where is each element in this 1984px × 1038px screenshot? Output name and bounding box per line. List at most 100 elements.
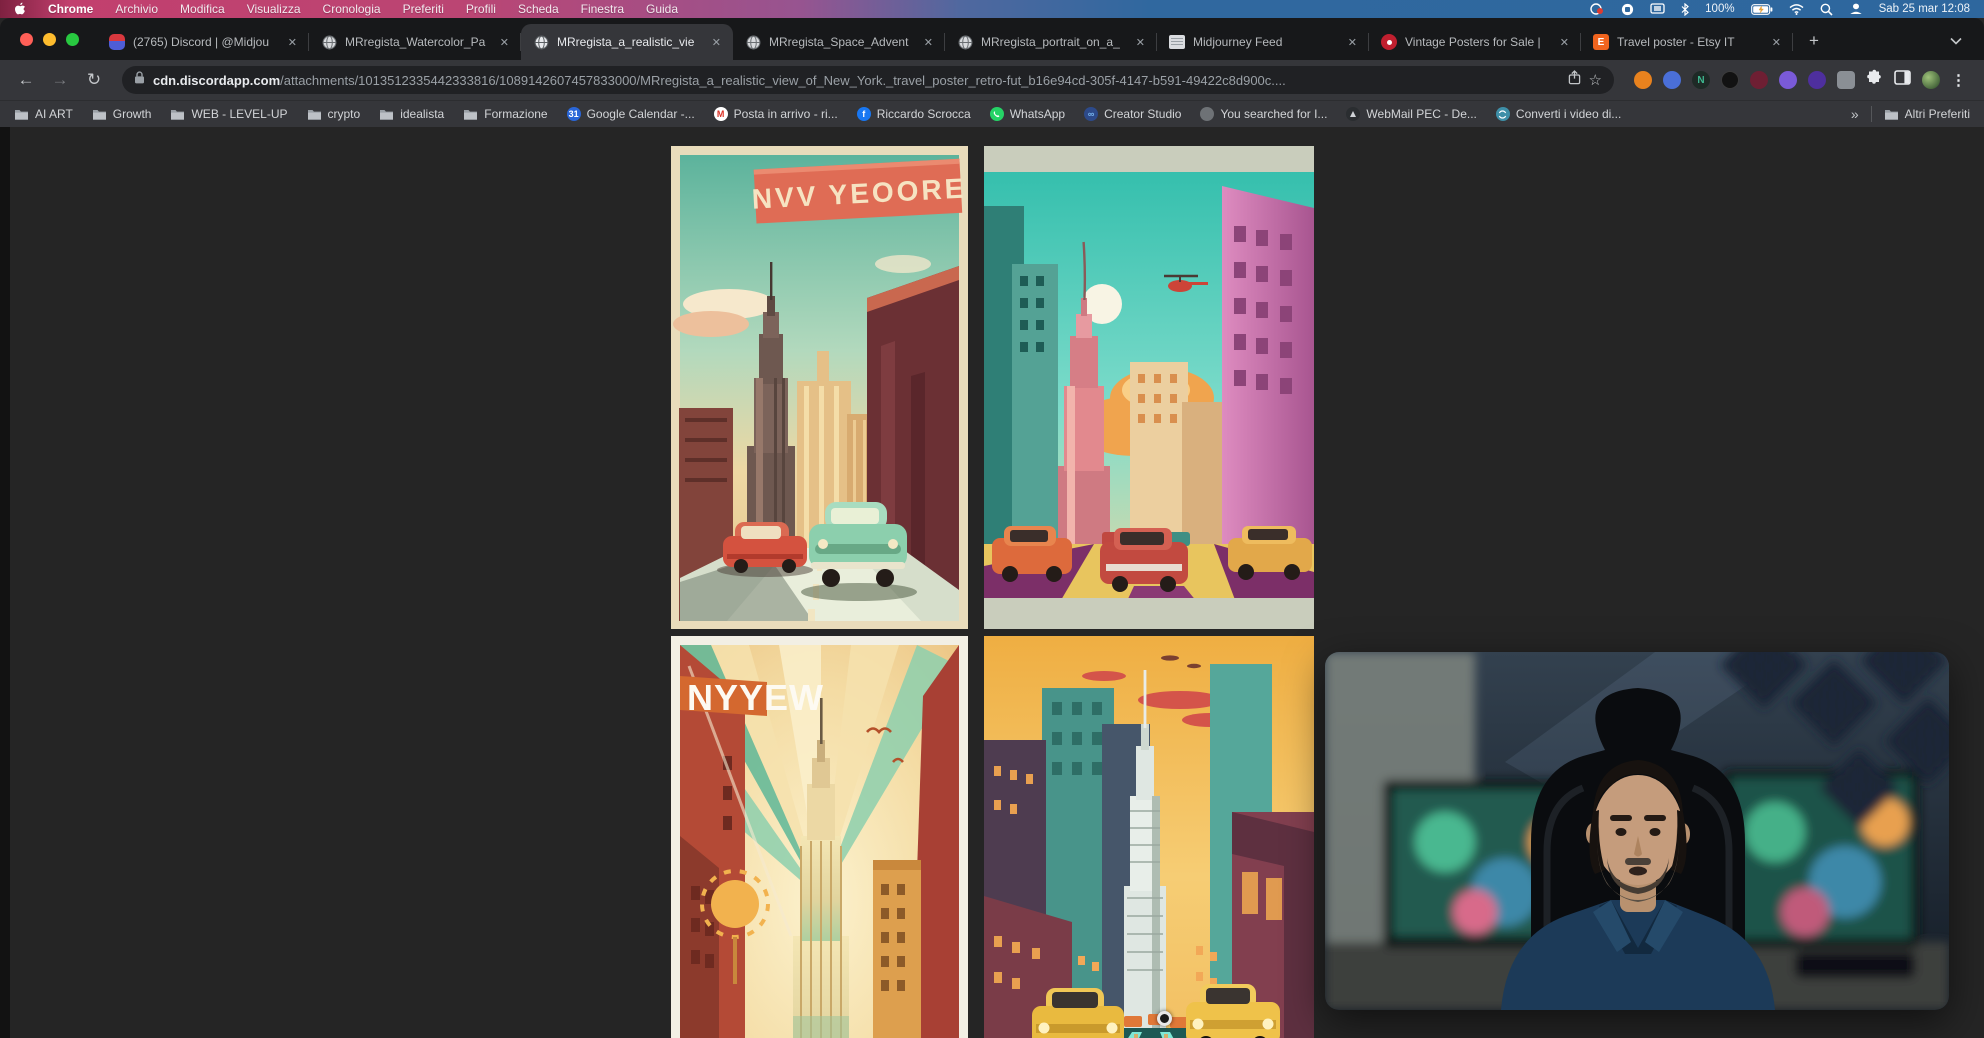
tab-etsy[interactable]: E Travel poster - Etsy IT ✕ [1581, 24, 1793, 60]
tab-realistic-view-active[interactable]: MRregista_a_realistic_vie ✕ [521, 24, 733, 60]
bookmark-google-calendar[interactable]: 31 Google Calendar -... [567, 107, 695, 121]
bookmark-label: Converti i video di... [1516, 107, 1621, 121]
battery-icon [1751, 4, 1773, 15]
folder-icon [379, 108, 394, 121]
bookmark-star-icon[interactable]: ☆ [1589, 71, 1602, 89]
bookmark-facebook-profile[interactable]: f Riccardo Scrocca [857, 107, 971, 121]
url-text: cdn.discordapp.com/attachments/101351233… [153, 73, 1560, 88]
bookmark-webmail-pec[interactable]: WebMail PEC - De... [1346, 107, 1476, 121]
globe-favicon [745, 34, 761, 50]
back-button[interactable]: ← [12, 66, 40, 94]
bookmarks-overflow-chevron[interactable]: » [1851, 106, 1859, 122]
grid-extension-icon[interactable] [1837, 71, 1855, 89]
poster-title-text: NYYEW [687, 677, 824, 718]
forward-button[interactable]: → [46, 66, 74, 94]
tab-vintage-posters[interactable]: Vintage Posters for Sale | ✕ [1369, 24, 1581, 60]
url-path: /attachments/1013512335442333816/1089142… [280, 73, 1286, 88]
bookmark-gmail-inbox[interactable]: M Posta in arrivo - ri... [714, 107, 838, 121]
tab-space-adventure[interactable]: MRregista_Space_Advent ✕ [733, 24, 945, 60]
tab-close-icon[interactable]: ✕ [922, 34, 935, 51]
bookmark-folder-idealista[interactable]: idealista [379, 107, 444, 121]
bluetooth-icon[interactable] [1681, 3, 1689, 16]
menu-item-archivio[interactable]: Archivio [115, 2, 158, 16]
address-bar[interactable]: cdn.discordapp.com/attachments/101351233… [122, 66, 1614, 94]
tab-close-icon[interactable]: ✕ [286, 34, 299, 51]
profile-avatar[interactable] [1922, 71, 1940, 89]
tab-close-icon[interactable]: ✕ [710, 34, 723, 51]
poster-title-block: NYYEW [680, 676, 824, 718]
user-switch-icon[interactable] [1849, 3, 1863, 15]
tab-watercolor[interactable]: MRregista_Watercolor_Pa ✕ [309, 24, 521, 60]
bookmark-whatsapp[interactable]: WhatsApp [990, 107, 1065, 121]
screen-record-icon[interactable] [1589, 3, 1605, 15]
menu-item-visualizza[interactable]: Visualizza [247, 2, 301, 16]
bookmark-label: crypto [328, 107, 361, 121]
extensions-puzzle-icon[interactable] [1866, 69, 1883, 91]
new-tab-button[interactable]: + [1799, 26, 1829, 56]
other-bookmarks-folder[interactable]: Altri Preferiti [1884, 107, 1970, 121]
battery-percentage: 100% [1705, 3, 1734, 15]
generic-page-icon [1200, 107, 1214, 121]
share-icon[interactable] [1568, 70, 1581, 90]
tab-close-icon[interactable]: ✕ [1346, 34, 1359, 51]
tab-close-icon[interactable]: ✕ [498, 34, 511, 51]
purple-extension-icon[interactable] [1779, 71, 1797, 89]
bookmark-label: Riccardo Scrocca [877, 107, 971, 121]
menu-item-scheda[interactable]: Scheda [518, 2, 559, 16]
side-panel-icon[interactable] [1894, 70, 1911, 90]
bookmark-folder-ai-art[interactable]: AI ART [14, 107, 73, 121]
tab-label: Travel poster - Etsy IT [1617, 35, 1762, 49]
bookmark-folder-formazione[interactable]: Formazione [463, 107, 547, 121]
bookmark-video-converter[interactable]: Converti i video di... [1496, 107, 1621, 121]
bookmark-creator-studio[interactable]: ∞ Creator Studio [1084, 107, 1181, 121]
bookmark-search-result[interactable]: You searched for I... [1200, 107, 1327, 121]
bookmark-folder-web-level-up[interactable]: WEB - LEVEL-UP [170, 107, 287, 121]
menu-item-guida[interactable]: Guida [646, 2, 678, 16]
chrome-menu-icon[interactable]: ⋮ [1951, 71, 1966, 89]
spotlight-search-icon[interactable] [1820, 3, 1833, 16]
menu-item-preferiti[interactable]: Preferiti [403, 2, 444, 16]
reload-button[interactable]: ↻ [80, 66, 108, 94]
bookmark-label: Growth [113, 107, 152, 121]
close-window-button[interactable] [20, 33, 33, 46]
bookmark-folder-crypto[interactable]: crypto [307, 107, 361, 121]
tab-label: MRregista_a_realistic_vie [557, 35, 702, 49]
poster-new-york-teal-sunset [984, 146, 1314, 629]
tab-portrait[interactable]: MRregista_portrait_on_a_ ✕ [945, 24, 1157, 60]
tab-close-icon[interactable]: ✕ [1558, 34, 1571, 51]
feather-extension-icon[interactable] [1663, 71, 1681, 89]
menu-item-modifica[interactable]: Modifica [180, 2, 225, 16]
webcam-overlay [1325, 652, 1949, 1010]
h-extension-icon[interactable] [1721, 71, 1739, 89]
bookmark-label: Altri Preferiti [1905, 107, 1970, 121]
bookmark-label: Formazione [484, 107, 547, 121]
tab-close-icon[interactable]: ✕ [1134, 34, 1147, 51]
globe-favicon [321, 34, 337, 50]
menu-bar-clock[interactable]: Sab 25 mar 12:08 [1879, 3, 1970, 15]
notion-ai-extension-icon[interactable]: N [1692, 71, 1710, 89]
gmail-icon: M [714, 107, 728, 121]
onepassword-extension-icon[interactable] [1750, 71, 1768, 89]
bookmark-folder-growth[interactable]: Growth [92, 107, 152, 121]
macos-menu-bar: Chrome Archivio Modifica Visualizza Cron… [0, 0, 1984, 18]
s-extension-icon[interactable] [1808, 71, 1826, 89]
metamask-extension-icon[interactable] [1634, 71, 1652, 89]
tab-midjourney-feed[interactable]: Midjourney Feed ✕ [1157, 24, 1369, 60]
wifi-icon[interactable] [1789, 4, 1804, 15]
bookmark-label: idealista [400, 107, 444, 121]
menu-item-cronologia[interactable]: Cronologia [323, 2, 381, 16]
maximize-window-button[interactable] [66, 33, 79, 46]
menu-item-chrome[interactable]: Chrome [48, 2, 93, 16]
stop-record-icon[interactable] [1621, 3, 1634, 16]
bookmarks-bar: AI ART Growth WEB - LEVEL-UP crypto idea… [0, 100, 1984, 127]
menu-item-profili[interactable]: Profili [466, 2, 496, 16]
minimize-window-button[interactable] [43, 33, 56, 46]
apple-icon[interactable] [14, 2, 26, 16]
menu-item-finestra[interactable]: Finestra [581, 2, 624, 16]
window-controls [0, 33, 97, 60]
tab-discord[interactable]: (2765) Discord | @Midjou ✕ [97, 24, 309, 60]
poster-new-york-sunburst: NYYEW [671, 636, 968, 1038]
tab-close-icon[interactable]: ✕ [1770, 34, 1783, 51]
display-icon[interactable] [1650, 3, 1665, 15]
tab-search-chevron-icon[interactable] [1950, 32, 1984, 50]
